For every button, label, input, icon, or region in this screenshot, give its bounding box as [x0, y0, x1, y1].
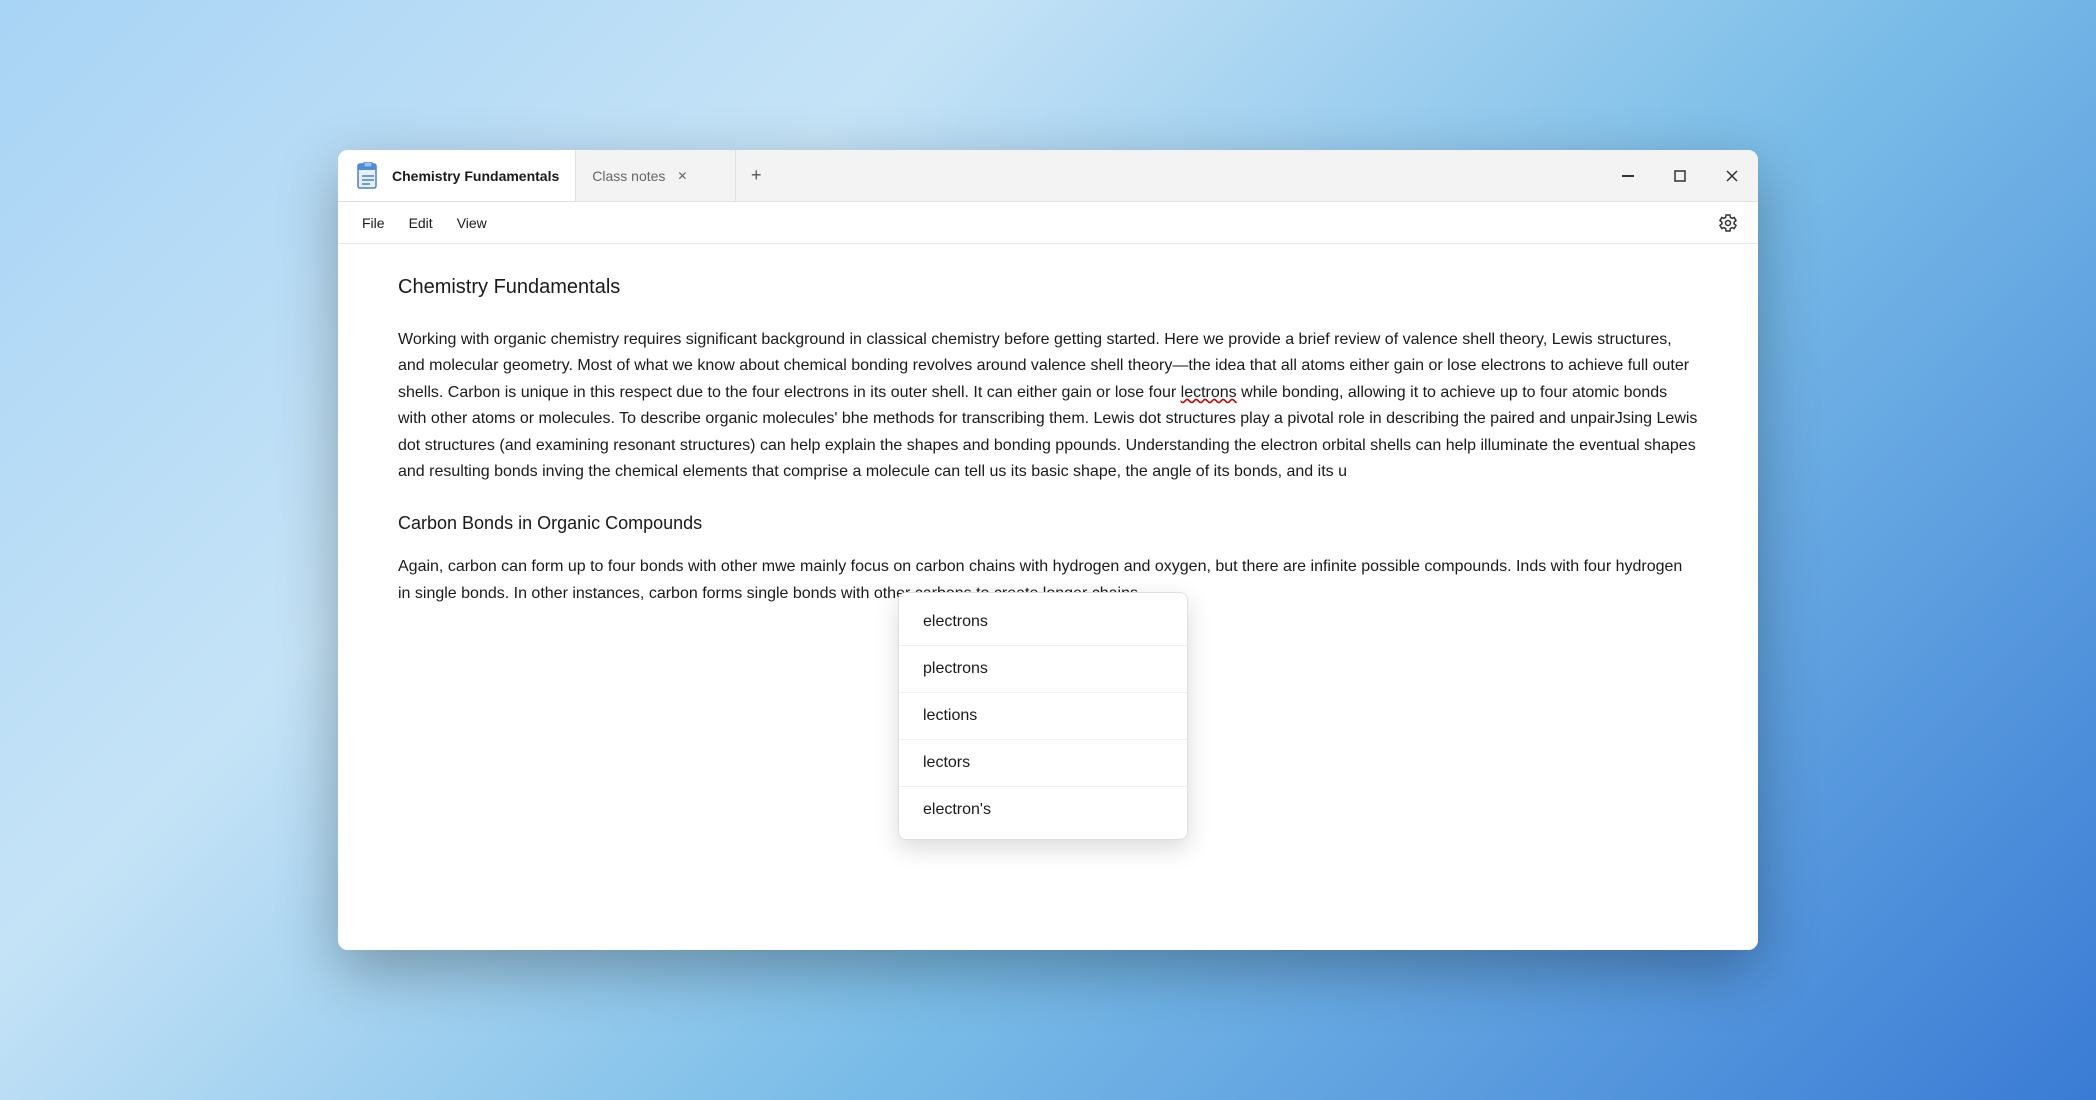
autocorrect-item-4[interactable]: electron's	[899, 787, 1187, 833]
autocorrect-item-3[interactable]: lectors	[899, 740, 1187, 787]
minimize-button[interactable]	[1602, 150, 1654, 202]
secondary-tab[interactable]: Class notes ✕	[576, 150, 736, 201]
document-title: Chemistry Fundamentals	[398, 276, 1698, 299]
new-tab-button[interactable]: +	[736, 150, 776, 201]
text-hidden-5: we mainly focus on carbon chains with hy…	[775, 558, 1529, 575]
autocorrect-item-0[interactable]: electrons	[899, 599, 1187, 646]
maximize-button[interactable]	[1654, 150, 1706, 202]
misspelled-word: lectrons	[1181, 384, 1237, 401]
paragraph-1: Working with organic chemistry requires …	[398, 327, 1698, 485]
text-hidden-4: ving the chemical elements that comprise…	[555, 463, 1347, 480]
menu-edit[interactable]: Edit	[397, 211, 445, 235]
active-tab[interactable]: Chemistry Fundamentals	[338, 150, 576, 201]
secondary-tab-label: Class notes	[592, 168, 665, 184]
editor-area[interactable]: Chemistry Fundamentals Working with orga…	[338, 244, 1758, 950]
title-bar: Chemistry Fundamentals Class notes ✕ +	[338, 150, 1758, 202]
autocorrect-item-1[interactable]: plectrons	[899, 646, 1187, 693]
tab-title-active: Chemistry Fundamentals	[392, 168, 559, 184]
notepad-app-icon	[354, 162, 382, 190]
tab-close-button[interactable]: ✕	[673, 167, 691, 185]
autocorrect-item-2[interactable]: lections	[899, 693, 1187, 740]
heading-carbon-bonds: Carbon Bonds in Organic Compounds	[398, 513, 1698, 534]
menu-file[interactable]: File	[350, 211, 397, 235]
autocorrect-dropdown: electrons plectrons lections lectors ele…	[898, 592, 1188, 840]
close-button[interactable]	[1706, 150, 1758, 202]
menu-bar: File Edit View	[338, 202, 1758, 244]
menu-view[interactable]: View	[445, 211, 499, 235]
app-window: Chemistry Fundamentals Class notes ✕ + F…	[338, 150, 1758, 950]
text-hidden-1: he methods for transcribing them. Lewis …	[851, 410, 1615, 427]
window-controls	[1602, 150, 1758, 202]
settings-button[interactable]	[1710, 205, 1746, 241]
